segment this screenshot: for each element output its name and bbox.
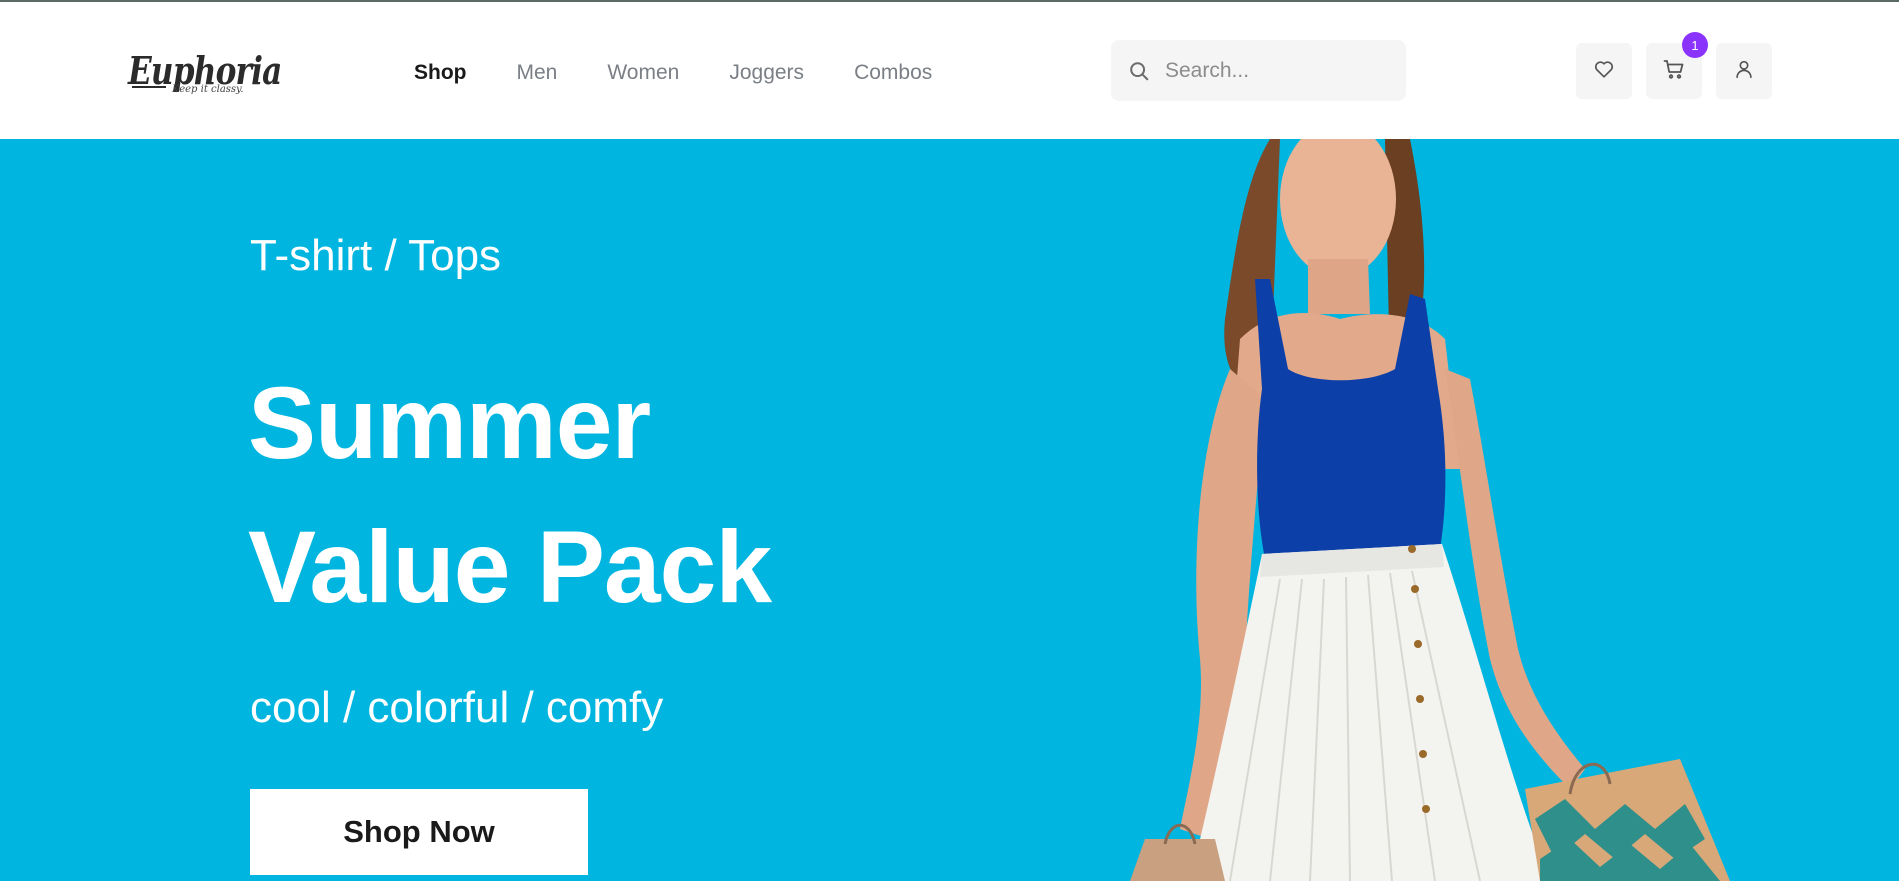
search-icon[interactable] <box>1127 59 1151 83</box>
cart-count-badge: 1 <box>1682 32 1708 58</box>
hero-title: Summer Value Pack <box>248 351 772 639</box>
hero-title-line-2: Value Pack <box>248 510 772 624</box>
nav-link-combos[interactable]: Combos <box>854 61 932 85</box>
account-button[interactable] <box>1716 43 1772 99</box>
hero-banner: T-shirt / Tops Summer Value Pack cool / … <box>0 139 1899 881</box>
main-nav: Shop Men Women Joggers Combos <box>414 58 982 88</box>
shop-now-button[interactable]: Shop Now <box>250 789 588 875</box>
hero-tagline: cool / colorful / comfy <box>250 683 664 732</box>
logo-tagline: Keep it classy. <box>172 84 244 95</box>
user-icon <box>1733 58 1755 85</box>
brand-logo[interactable]: Euphoria Keep it classy. <box>128 48 282 100</box>
heart-icon <box>1593 58 1615 85</box>
logo-underline <box>132 86 166 88</box>
nav-link-joggers[interactable]: Joggers <box>729 61 804 85</box>
cart-icon <box>1662 57 1686 86</box>
search-input[interactable] <box>1165 58 1375 83</box>
nav-link-men[interactable]: Men <box>517 61 558 85</box>
search-bar[interactable] <box>1111 40 1406 101</box>
hero-subtitle: T-shirt / Tops <box>250 231 502 280</box>
nav-link-women[interactable]: Women <box>607 61 679 85</box>
nav-link-shop[interactable]: Shop <box>414 61 467 85</box>
wishlist-button[interactable] <box>1576 43 1632 99</box>
hero-model-image <box>1130 139 1730 881</box>
hero-title-line-1: Summer <box>248 366 651 480</box>
site-header: Euphoria Keep it classy. Shop Men Women … <box>0 2 1899 139</box>
